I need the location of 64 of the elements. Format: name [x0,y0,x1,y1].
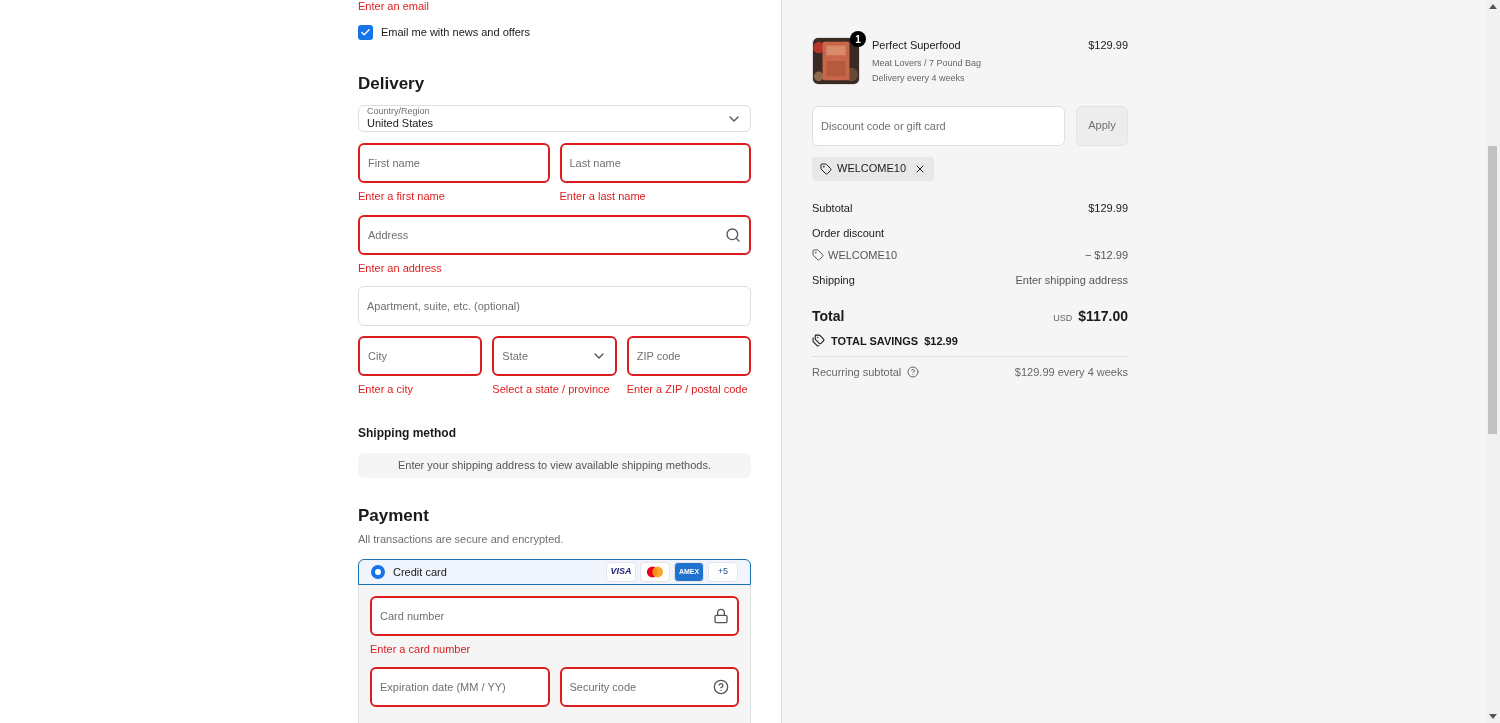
field-value: United States [367,117,434,131]
product-name: Perfect Superfood [872,38,962,53]
summary-value: $129.99 [1088,200,1128,216]
card-brand-logo [640,561,670,582]
error-message: Enter an email [358,0,430,12]
delivery-frequency: Delivery every 4 weeks [872,72,966,85]
error-message: Enter a ZIP / postal code [626,382,749,397]
scroll-down-icon[interactable] [1488,714,1497,719]
error-message: Select a state / province [492,382,611,397]
error-message: Enter a city [358,382,415,397]
summary-label: Shipping [812,273,855,288]
input-field[interactable]: Security code [559,667,739,707]
quantity-badge: 1 [850,31,866,47]
radio-button[interactable] [371,564,385,579]
checkbox[interactable] [358,24,373,40]
checkbox-label: Email me with news and offers [381,25,530,40]
input-field[interactable]: Address [358,214,751,255]
field-label: Country/Region [367,106,431,118]
error-message: Enter a last name [559,189,647,204]
tag-icon [820,162,832,175]
discount-code: WELCOME10 [828,247,898,263]
country-select[interactable]: Country/Region United States [358,105,751,132]
product-variant: Meat Lovers / 7 Pound Bag [872,56,983,70]
input-field[interactable]: First name [358,143,550,183]
input-field[interactable]: Card number [370,595,739,636]
recurring-value: $129.99 every 4 weeks [1014,365,1128,380]
help-icon [713,679,729,695]
select-field[interactable]: State [492,336,617,376]
scrollbar[interactable] [1485,0,1500,723]
total-amount: $117.00 [1078,306,1128,326]
error-message: Enter a first name [358,189,446,204]
error-message: Enter an address [358,260,443,276]
scrollbar-thumb[interactable] [1488,145,1497,435]
help-icon[interactable] [907,366,920,379]
input-field[interactable]: Expiration date (MM / YY) [370,667,550,707]
savings-label: TOTAL SAVINGS [831,333,919,349]
tags-icon [812,334,825,348]
shipping-notice: Enter your shipping address to view available shipping methods. [358,452,751,479]
summary-label: Order discount [812,226,885,241]
scroll-up-icon[interactable] [1488,4,1497,9]
discount-tag: WELCOME10 [812,156,935,181]
currency-code: USD [1053,311,1073,325]
section-subheading: Shipping method [358,424,457,442]
input-field[interactable]: Last name [559,143,751,183]
check-icon [360,26,371,38]
error-message: Enter a card number [370,641,472,657]
section-heading: Delivery [358,72,426,95]
more-brands-badge: +5 [708,561,738,582]
tag-icon [812,248,824,261]
payment-label: Credit card [393,564,447,580]
summary-value: Enter shipping address [1015,273,1128,288]
summary-value: − $12.99 [1084,247,1128,263]
product-price: $129.99 [1088,38,1128,53]
section-heading: Payment [358,505,430,528]
total-label: Total [812,306,845,326]
summary-label: Subtotal [812,200,853,216]
card-brand-logo: VISA [606,561,636,582]
savings-amount: $12.99 [924,333,958,349]
input-field[interactable]: ZIP code [626,336,751,376]
recurring-label: Recurring subtotal [812,365,902,380]
lock-icon [713,607,729,624]
section-subtitle: All transactions are secure and encrypted. [358,531,565,547]
input-field[interactable]: City [358,336,483,376]
search-icon [725,226,741,243]
